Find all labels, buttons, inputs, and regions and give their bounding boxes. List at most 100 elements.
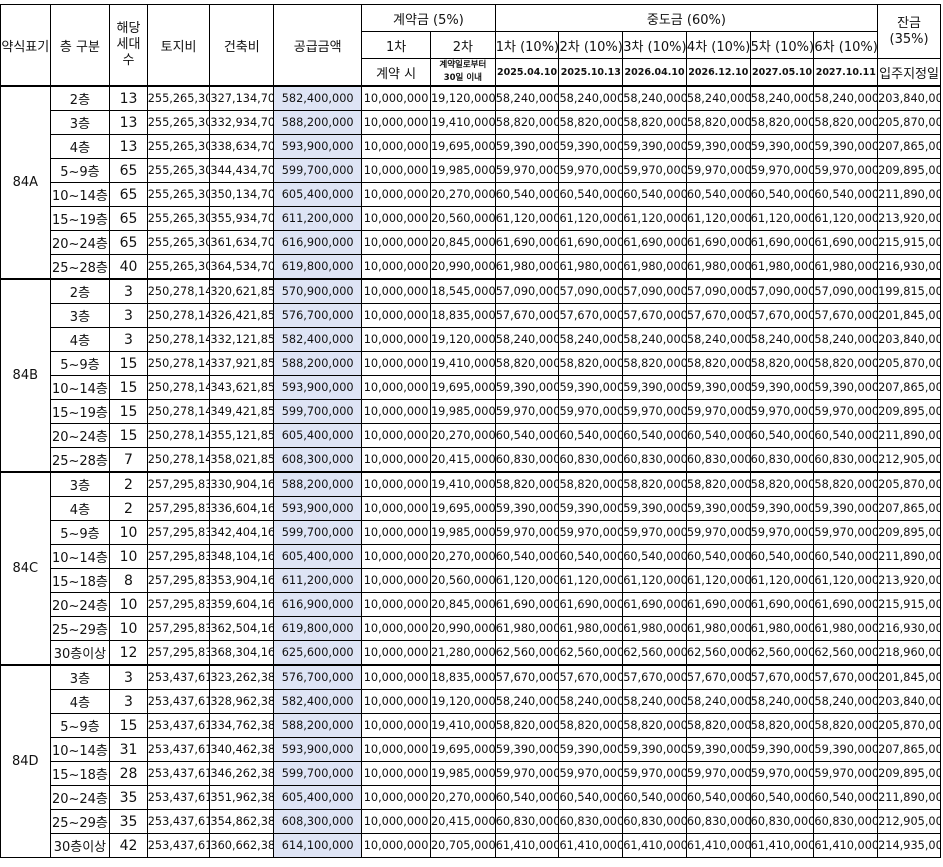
header-building: 건축비 bbox=[209, 4, 275, 87]
land-cost-cell: 253,437,617 bbox=[146, 809, 211, 834]
middle-payment-cell: 59,970,000 bbox=[813, 520, 879, 545]
building-cost-cell: 355,934,700 bbox=[209, 206, 275, 231]
deposit-2-cell: 20,560,000 bbox=[429, 206, 496, 231]
middle-payment-cell: 59,970,000 bbox=[558, 399, 624, 424]
middle-payment-cell: 58,820,000 bbox=[494, 471, 560, 497]
price-table-container: 약식표기 층 구분 해당 세대 수 토지비 건축비 공급금액 계약금 (5%) 중도… bbox=[0, 0, 943, 858]
units-cell: 15 bbox=[109, 399, 148, 424]
deposit-2-cell: 20,270,000 bbox=[429, 423, 496, 448]
units-cell: 10 bbox=[109, 592, 148, 617]
units-cell: 15 bbox=[109, 375, 148, 400]
balance-cell: 213,920,000 bbox=[877, 568, 941, 593]
middle-payment-cell: 57,090,000 bbox=[494, 278, 560, 304]
middle-payment-cell: 61,120,000 bbox=[494, 568, 560, 593]
supply-price-cell: 608,300,000 bbox=[273, 447, 363, 473]
land-cost-cell: 250,278,143 bbox=[146, 399, 211, 424]
balance-cell: 212,905,000 bbox=[877, 447, 941, 473]
supply-price-cell: 576,700,000 bbox=[273, 303, 363, 328]
middle-payment-cell: 61,980,000 bbox=[749, 254, 815, 280]
balance-cell: 209,895,000 bbox=[877, 520, 941, 545]
land-cost-cell: 257,295,839 bbox=[146, 520, 211, 545]
deposit-1-cell: 10,000,000 bbox=[361, 592, 431, 617]
header-middle-date: 2025.04.10 bbox=[494, 58, 560, 87]
middle-payment-cell: 58,240,000 bbox=[749, 85, 815, 111]
header-floor: 층 구분 bbox=[49, 4, 111, 87]
supply-price-cell: 582,400,000 bbox=[273, 689, 363, 714]
building-cost-cell: 336,604,161 bbox=[209, 496, 275, 521]
deposit-2-cell: 19,120,000 bbox=[429, 85, 496, 111]
middle-payment-cell: 59,390,000 bbox=[622, 737, 687, 762]
header-balance-when: 입주지정일 bbox=[877, 58, 941, 87]
middle-payment-cell: 60,830,000 bbox=[494, 447, 560, 473]
deposit-2-cell: 20,270,000 bbox=[429, 544, 496, 569]
floor-cell: 25~28층 bbox=[49, 447, 111, 473]
deposit-1-cell: 10,000,000 bbox=[361, 737, 431, 762]
middle-payment-cell: 58,240,000 bbox=[685, 85, 751, 111]
deposit-2-cell: 19,695,000 bbox=[429, 496, 496, 521]
deposit-1-cell: 10,000,000 bbox=[361, 230, 431, 255]
units-cell: 3 bbox=[109, 689, 148, 714]
deposit-1-cell: 10,000,000 bbox=[361, 809, 431, 834]
units-cell: 10 bbox=[109, 616, 148, 641]
table-row: 4층13255,265,300338,634,700593,900,00010,… bbox=[1, 134, 941, 159]
floor-cell: 4층 bbox=[49, 134, 111, 159]
units-cell: 3 bbox=[109, 278, 148, 304]
deposit-1-cell: 10,000,000 bbox=[361, 640, 431, 666]
unit-type-cell: 84D bbox=[0, 664, 51, 858]
middle-payment-cell: 60,540,000 bbox=[813, 182, 879, 207]
units-cell: 65 bbox=[109, 230, 148, 255]
deposit-2-cell: 20,415,000 bbox=[429, 809, 496, 834]
middle-payment-cell: 59,390,000 bbox=[685, 134, 751, 159]
unit-type-cell: 84A bbox=[0, 85, 51, 280]
table-row: 25~29층35253,437,617354,862,383608,300,00… bbox=[1, 809, 941, 834]
table-row: 10~14층31253,437,617340,462,383593,900,00… bbox=[1, 737, 941, 762]
land-cost-cell: 257,295,839 bbox=[146, 616, 211, 641]
land-cost-cell: 257,295,839 bbox=[146, 496, 211, 521]
land-cost-cell: 250,278,143 bbox=[146, 278, 211, 304]
table-row: 4층3253,437,617328,962,383582,400,00010,0… bbox=[1, 689, 941, 714]
middle-payment-cell: 60,540,000 bbox=[494, 785, 560, 810]
building-cost-cell: 323,262,383 bbox=[209, 664, 275, 690]
middle-payment-cell: 60,540,000 bbox=[558, 182, 624, 207]
deposit-2-cell: 19,985,000 bbox=[429, 399, 496, 424]
land-cost-cell: 257,295,839 bbox=[146, 544, 211, 569]
table-row: 25~28층40255,265,300364,534,700619,800,00… bbox=[1, 254, 941, 280]
middle-payment-cell: 59,970,000 bbox=[494, 520, 560, 545]
floor-cell: 3층 bbox=[49, 664, 111, 690]
balance-cell: 215,915,000 bbox=[877, 592, 941, 617]
table-row: 20~24층10257,295,839359,604,161616,900,00… bbox=[1, 592, 941, 617]
middle-payment-cell: 61,120,000 bbox=[622, 206, 687, 231]
middle-payment-cell: 62,560,000 bbox=[749, 640, 815, 666]
middle-payment-cell: 58,820,000 bbox=[813, 351, 879, 376]
middle-payment-cell: 61,690,000 bbox=[494, 230, 560, 255]
units-cell: 10 bbox=[109, 544, 148, 569]
deposit-1-cell: 10,000,000 bbox=[361, 616, 431, 641]
table-body: 84A2층13255,265,300327,134,700582,400,000… bbox=[0, 85, 941, 858]
units-cell: 65 bbox=[109, 158, 148, 183]
header-middle-round: 3차 (10%) bbox=[622, 31, 687, 59]
deposit-1-cell: 10,000,000 bbox=[361, 833, 431, 858]
middle-payment-cell: 61,980,000 bbox=[622, 616, 687, 641]
middle-payment-cell: 58,240,000 bbox=[494, 689, 560, 714]
middle-payment-cell: 61,120,000 bbox=[813, 568, 879, 593]
middle-payment-cell: 58,240,000 bbox=[749, 689, 815, 714]
land-cost-cell: 255,265,300 bbox=[146, 230, 211, 255]
middle-payment-cell: 59,970,000 bbox=[622, 399, 687, 424]
land-cost-cell: 253,437,617 bbox=[146, 689, 211, 714]
middle-payment-cell: 59,970,000 bbox=[558, 761, 624, 786]
middle-payment-cell: 59,970,000 bbox=[494, 399, 560, 424]
land-cost-cell: 253,437,617 bbox=[146, 785, 211, 810]
middle-payment-cell: 61,690,000 bbox=[558, 592, 624, 617]
deposit-1-cell: 10,000,000 bbox=[361, 85, 431, 111]
middle-payment-cell: 58,820,000 bbox=[494, 713, 560, 738]
middle-payment-cell: 58,820,000 bbox=[622, 713, 687, 738]
middle-payment-cell: 57,090,000 bbox=[685, 278, 751, 304]
middle-payment-cell: 61,980,000 bbox=[813, 616, 879, 641]
middle-payment-cell: 61,120,000 bbox=[685, 568, 751, 593]
middle-payment-cell: 59,970,000 bbox=[749, 520, 815, 545]
middle-payment-cell: 58,240,000 bbox=[749, 327, 815, 352]
middle-payment-cell: 58,820,000 bbox=[622, 471, 687, 497]
floor-cell: 2층 bbox=[49, 278, 111, 304]
middle-payment-cell: 60,540,000 bbox=[749, 544, 815, 569]
building-cost-cell: 348,104,161 bbox=[209, 544, 275, 569]
